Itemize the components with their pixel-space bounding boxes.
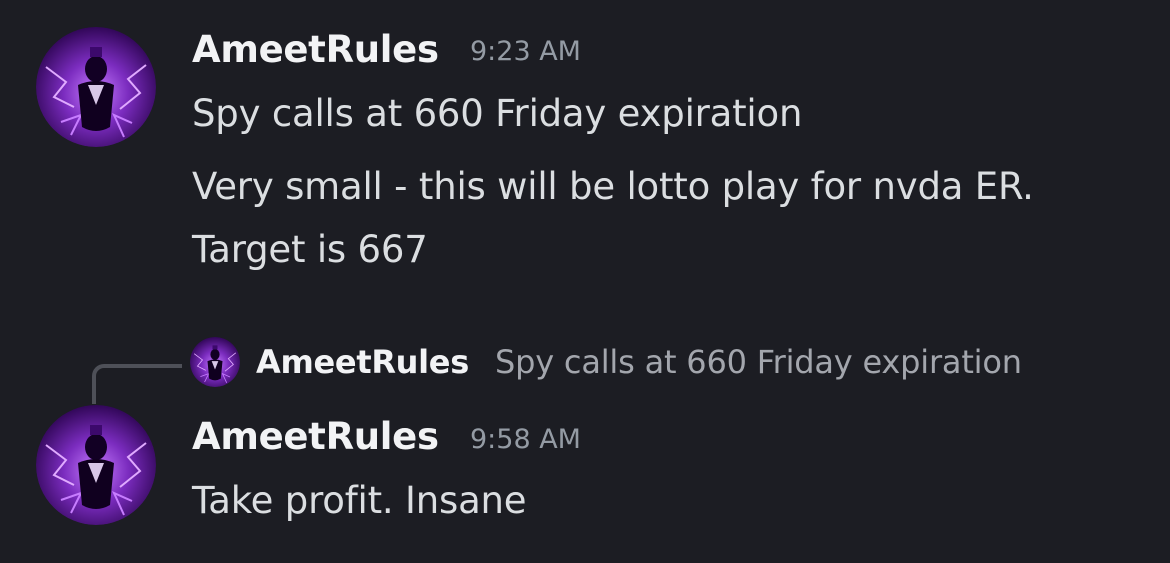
message-timestamp: 9:58 AM <box>470 424 581 455</box>
message-timestamp: 9:23 AM <box>470 36 581 67</box>
message-username[interactable]: AmeetRules <box>192 28 439 71</box>
message-text-line: Very small - this will be lotto play for… <box>192 165 1034 208</box>
reply-username[interactable]: AmeetRules <box>256 343 469 381</box>
message-text-line: Target is 667 <box>192 228 428 271</box>
user-avatar-icon[interactable] <box>36 27 156 147</box>
message-text-line: Spy calls at 660 Friday expiration <box>192 92 803 135</box>
message-username[interactable]: AmeetRules <box>192 415 439 458</box>
message-text-line: Take profit. Insane <box>192 479 527 522</box>
reply-avatar-icon[interactable] <box>190 337 240 387</box>
reply-connector <box>92 364 182 404</box>
reply-preview-text[interactable]: Spy calls at 660 Friday expiration <box>495 343 1022 381</box>
user-avatar-icon[interactable] <box>36 405 156 525</box>
